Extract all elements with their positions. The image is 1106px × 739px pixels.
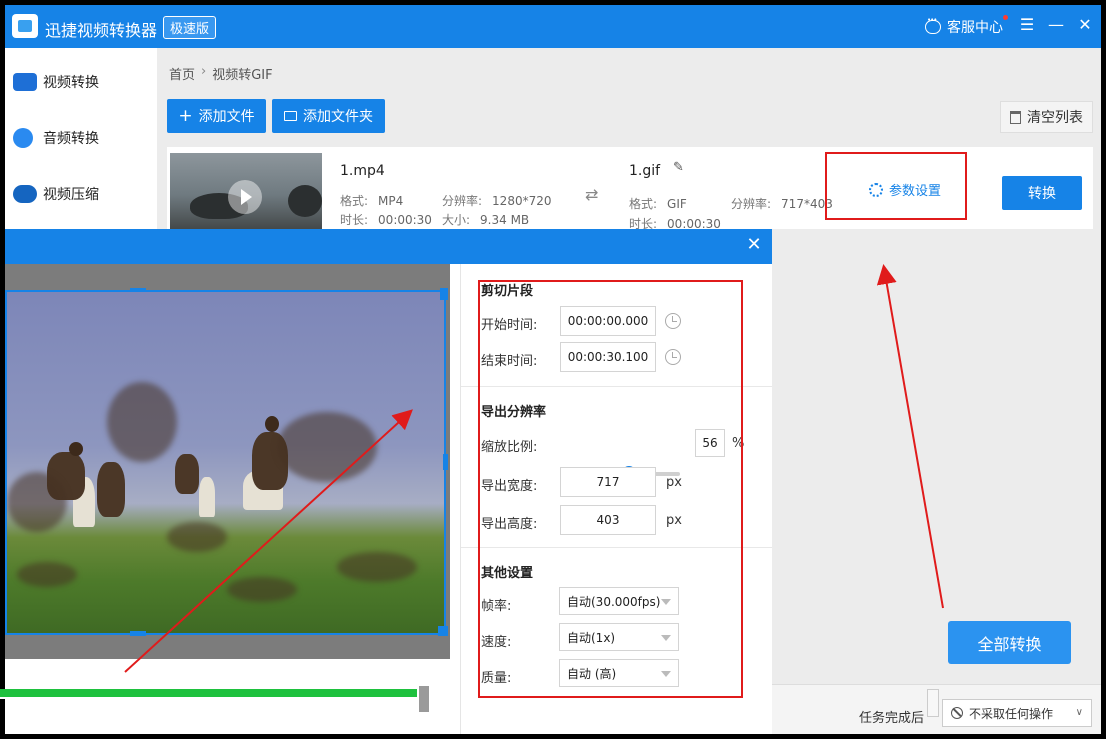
menu-icon[interactable]: ☰ [1017,15,1037,35]
bird [7,472,67,532]
crop-handle-top[interactable] [130,288,146,292]
rock [199,477,215,517]
annotation-box-param-settings [825,152,967,220]
no-action-icon [951,707,963,719]
output-path-field-edge[interactable] [927,689,939,717]
close-button[interactable]: ✕ [1075,15,1095,35]
bird [167,522,227,552]
output-resolution: 分辨率: 717*403 [731,195,833,212]
chat-bubble-icon [925,16,941,34]
sidebar-item-label: 视频压缩 [43,187,99,203]
format-label: 格式: [340,194,369,208]
support-center-button[interactable]: 客服中心 [925,16,1003,37]
bird [265,416,279,432]
bird [17,562,77,587]
source-format: 格式: MP4 [340,192,403,209]
size-label: 大小: [442,213,471,227]
output-format-value: GIF [667,197,687,211]
resolution-label: 分辨率: [442,194,483,208]
resolution-label: 分辨率: [731,197,772,211]
size-value: 9.34 MB [480,213,530,227]
clear-list-button[interactable]: 清空列表 [1000,101,1093,133]
video-convert-icon [13,73,37,91]
source-resolution: 分辨率: 1280*720 [442,192,552,209]
output-format: 格式: GIF [629,195,687,212]
sidebar-item-video-convert[interactable]: 视频转换 [5,54,157,110]
add-folder-label: 添加文件夹 [303,109,373,125]
sidebar-item-video-compress[interactable]: 视频压缩 [5,166,157,222]
bird [175,454,199,494]
format-value: MP4 [378,194,404,208]
edit-name-icon[interactable]: ✎ [673,160,684,175]
audio-convert-icon [13,128,33,148]
plus-icon: + [178,106,193,126]
video-thumbnail[interactable] [170,153,322,229]
duration-value: 00:00:30 [378,213,432,227]
add-file-button[interactable]: + 添加文件 [167,99,266,133]
source-duration: 时长: 00:00:30 [340,211,432,228]
video-preview [5,264,450,659]
title-bar: 迅捷视频转换器 极速版 客服中心 ☰ — ✕ [5,5,1101,48]
sidebar-item-label: 音频转换 [43,131,99,147]
format-label: 格式: [629,197,658,211]
source-file-name: 1.mp4 [340,163,385,179]
convert-button[interactable]: 转换 [1002,176,1082,210]
dialog-header: ✕ [5,229,772,264]
output-file-name: 1.gif [629,163,661,179]
annotation-box-settings-panel [478,280,743,698]
video-compress-icon [13,185,37,203]
bird [69,442,83,456]
minimize-button[interactable]: — [1046,15,1066,35]
app-logo-icon [12,14,38,38]
folder-icon [284,111,297,121]
bird [107,382,177,462]
duration-label: 时长: [340,213,369,227]
add-file-label: 添加文件 [198,109,255,125]
app-title: 迅捷视频转换器 [45,21,158,40]
sidebar-item-audio-convert[interactable]: 音频转换 [5,110,157,166]
add-folder-button[interactable]: 添加文件夹 [272,99,385,133]
bird [97,462,125,517]
bird [337,552,417,582]
source-size: 大小: 9.34 MB [442,211,529,228]
after-task-select[interactable]: 不采取任何操作 ∨ [942,699,1092,727]
dialog-close-button[interactable]: ✕ [744,235,764,255]
clear-list-label: 清空列表 [1027,110,1083,126]
chevron-down-icon: ∨ [1075,707,1083,718]
crop-handle-bottom-right[interactable] [438,626,448,636]
breadcrumb-home[interactable]: 首页 [169,64,195,83]
preview-progress-fill [0,689,418,697]
resolution-value: 1280*720 [492,194,552,208]
after-task-value: 不采取任何操作 [969,706,1054,721]
sidebar-item-label: 视频转换 [43,75,99,91]
breadcrumb-separator: › [201,64,207,79]
crop-handle-bottom[interactable] [130,631,146,636]
crop-handle-right[interactable] [443,454,448,470]
bird [227,577,297,602]
breadcrumb: 首页 › 视频转GIF [169,64,273,83]
play-icon[interactable] [228,180,262,214]
trash-icon [1010,110,1021,124]
after-task-label: 任务完成后 [859,711,925,726]
breadcrumb-current: 视频转GIF [212,68,273,83]
crop-handle-top-right[interactable] [440,288,448,300]
preview-progress-handle[interactable] [419,686,429,712]
convert-all-button[interactable]: 全部转换 [948,621,1071,664]
edition-badge: 极速版 [163,16,217,39]
thumbnail-seal [288,185,322,217]
convert-arrow-icon: ⇄ [585,185,599,204]
bird [277,412,377,482]
notification-dot [1003,15,1008,20]
support-center-label: 客服中心 [947,20,1003,36]
crop-frame[interactable] [5,290,446,635]
